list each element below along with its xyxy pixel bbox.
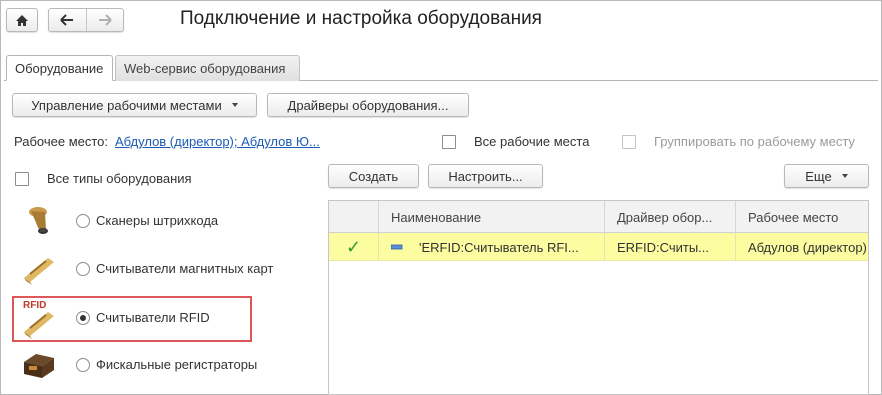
- manage-workplaces-label: Управление рабочими местами: [31, 97, 222, 113]
- magnetic-card-reader-icon: [24, 258, 54, 285]
- barcode-scanner-icon: [29, 207, 48, 234]
- device-item-icon: [391, 244, 403, 250]
- radio-rfid-readers[interactable]: [76, 311, 90, 325]
- more-button-label: Еще: [805, 168, 832, 184]
- group-by-workplace-label: Группировать по рабочему месту: [654, 134, 855, 149]
- row-status-cell: ✓: [329, 233, 379, 261]
- row-driver-cell: ERFID:Считы...: [605, 233, 736, 261]
- equipment-drivers-button[interactable]: Драйверы оборудования...: [267, 93, 469, 117]
- workplace-label: Рабочее место:: [14, 134, 109, 149]
- all-types-label: Все типы оборудования: [47, 171, 192, 186]
- back-button[interactable]: [49, 9, 86, 31]
- chevron-down-icon: [841, 174, 848, 178]
- tab-web-service[interactable]: Web-сервис оборудования: [115, 55, 300, 81]
- magnetic-readers-label: Считыватели магнитных карт: [96, 261, 274, 276]
- column-header-driver[interactable]: Драйвер обор...: [605, 201, 736, 233]
- fiscal-registrars-label: Фискальные регистраторы: [96, 357, 258, 372]
- forward-button[interactable]: [85, 9, 124, 31]
- create-button-label: Создать: [348, 168, 399, 184]
- page-title: Подключение и настройка оборудования: [180, 8, 542, 29]
- rfid-reader-icon: [24, 312, 54, 339]
- arrow-right-icon: [98, 14, 112, 26]
- all-workplaces-checkbox[interactable]: [442, 135, 456, 149]
- home-icon: [16, 14, 28, 26]
- table-header: Наименование Драйвер обор... Рабочее мес…: [329, 201, 868, 233]
- navigation-buttons: [48, 8, 124, 32]
- row-name-cell: 'ERFID:Считыватель RFI...: [379, 233, 605, 261]
- column-header-name[interactable]: Наименование: [379, 201, 605, 233]
- configure-button-label: Настроить...: [448, 168, 523, 184]
- radio-fiscal-registrars[interactable]: [76, 358, 90, 372]
- all-types-checkbox[interactable]: [15, 172, 29, 186]
- create-button[interactable]: Создать: [328, 164, 419, 188]
- barcode-scanners-label: Сканеры штрихкода: [96, 213, 219, 228]
- manage-workplaces-button[interactable]: Управление рабочими местами: [12, 93, 257, 117]
- check-icon: ✓: [345, 236, 362, 257]
- all-workplaces-label: Все рабочие места: [474, 134, 590, 149]
- configure-button[interactable]: Настроить...: [428, 164, 543, 188]
- chevron-down-icon: [231, 103, 238, 107]
- fiscal-printer-icon: [24, 354, 54, 378]
- radio-barcode-scanners[interactable]: [76, 214, 90, 228]
- row-workplace-cell: Абдулов (директор); А: [748, 239, 869, 255]
- row-name-text: 'ERFID:Считыватель RFI...: [419, 239, 579, 255]
- column-header-workplace[interactable]: Рабочее место: [736, 201, 868, 233]
- rfid-readers-label: Считыватели RFID: [96, 310, 210, 325]
- home-button[interactable]: [6, 8, 38, 32]
- group-by-workplace-checkbox[interactable]: [622, 135, 636, 149]
- workplace-link[interactable]: Абдулов (директор); Абдулов Ю...: [115, 134, 320, 149]
- arrow-left-icon: [60, 14, 74, 26]
- table-row[interactable]: ✓ 'ERFID:Считыватель RFI... ERFID:Считы.…: [329, 233, 868, 261]
- equipment-table: Наименование Драйвер обор... Рабочее мес…: [328, 200, 869, 395]
- more-button[interactable]: Еще: [784, 164, 869, 188]
- tab-equipment[interactable]: Оборудование: [6, 55, 113, 81]
- equipment-drivers-label: Драйверы оборудования...: [287, 97, 449, 113]
- radio-magnetic-readers[interactable]: [76, 262, 90, 276]
- column-header-status[interactable]: [329, 201, 379, 233]
